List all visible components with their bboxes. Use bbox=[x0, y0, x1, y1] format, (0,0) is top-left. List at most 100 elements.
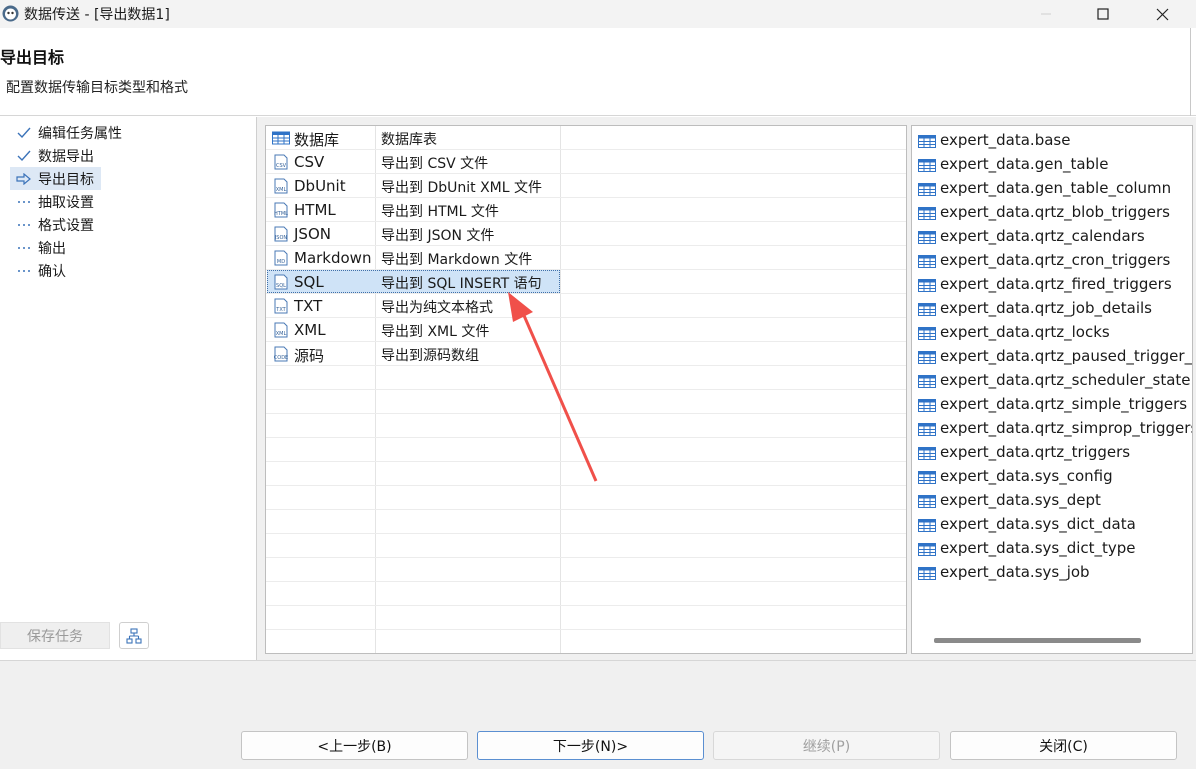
next-button[interactable]: 下一步(N)> bbox=[477, 731, 704, 760]
table-list-item[interactable]: expert_data.sys_config bbox=[912, 464, 1192, 488]
table-name: expert_data.qrtz_simprop_triggers bbox=[940, 419, 1193, 437]
format-row[interactable]: JSON JSON 导出到 JSON 文件 bbox=[266, 222, 906, 246]
format-row[interactable]: TXT TXT 导出为纯文本格式 bbox=[266, 294, 906, 318]
tree-structure-icon bbox=[126, 627, 142, 644]
step-format-settings[interactable]: 格式设置 bbox=[10, 213, 122, 236]
table-list-item[interactable]: expert_data.sys_dept bbox=[912, 488, 1192, 512]
table-list-item[interactable]: expert_data.qrtz_locks bbox=[912, 320, 1192, 344]
table-list-item[interactable]: expert_data.base bbox=[912, 128, 1192, 152]
table-name: expert_data.qrtz_blob_triggers bbox=[940, 203, 1170, 221]
svg-text:XML: XML bbox=[276, 187, 287, 193]
format-name: DbUnit bbox=[294, 177, 346, 195]
format-row[interactable]: XML XML 导出到 XML 文件 bbox=[266, 318, 906, 342]
format-row[interactable]: CSV CSV 导出到 CSV 文件 bbox=[266, 150, 906, 174]
table-list-item[interactable]: expert_data.qrtz_blob_triggers bbox=[912, 200, 1192, 224]
table-list-item[interactable]: expert_data.qrtz_paused_trigger_g bbox=[912, 344, 1192, 368]
xml-file-icon: XML bbox=[272, 178, 290, 194]
format-description: 导出到源码数组 bbox=[381, 348, 479, 364]
table-icon bbox=[918, 566, 936, 580]
wizard-steps-panel: 编辑任务属性 数据导出 导出目标 抽取设置 格式设置 输出 确认 保存任务 bbox=[0, 117, 257, 660]
step-data-export[interactable]: 数据导出 bbox=[10, 144, 122, 167]
back-button[interactable]: <上一步(B) bbox=[241, 731, 468, 760]
table-list-item[interactable]: expert_data.qrtz_calendars bbox=[912, 224, 1192, 248]
window-title: 数据传送 - [导出数据1] bbox=[24, 7, 170, 23]
step-confirm[interactable]: 确认 bbox=[10, 259, 122, 282]
dots-icon bbox=[14, 269, 34, 273]
table-list-item[interactable]: expert_data.sys_dict_type bbox=[912, 536, 1192, 560]
table-list-item[interactable]: expert_data.gen_table_column bbox=[912, 176, 1192, 200]
format-name: CSV bbox=[294, 153, 325, 171]
format-name: XML bbox=[294, 321, 326, 339]
table-list-item[interactable]: expert_data.qrtz_cron_triggers bbox=[912, 248, 1192, 272]
empty-row bbox=[266, 462, 906, 486]
svg-text:JSON: JSON bbox=[274, 235, 288, 241]
table-name: expert_data.gen_table bbox=[940, 155, 1109, 173]
maximize-button[interactable] bbox=[1075, 0, 1131, 28]
format-name: JSON bbox=[294, 225, 331, 243]
table-icon bbox=[918, 398, 936, 412]
table-list-item[interactable]: expert_data.sys_dict_data bbox=[912, 512, 1192, 536]
table-icon bbox=[918, 206, 936, 220]
format-row[interactable]: CODE 源码 导出到源码数组 bbox=[266, 342, 906, 366]
table-list-item[interactable]: expert_data.gen_table bbox=[912, 152, 1192, 176]
empty-row bbox=[266, 534, 906, 558]
svg-text:CODE: CODE bbox=[274, 355, 288, 361]
close-window-button[interactable] bbox=[1134, 0, 1190, 28]
table-icon bbox=[918, 374, 936, 388]
app-logo-icon bbox=[2, 5, 19, 22]
table-name: expert_data.sys_job bbox=[940, 563, 1090, 581]
format-row[interactable]: MD Markdown 导出到 Markdown 文件 bbox=[266, 246, 906, 270]
empty-row bbox=[266, 414, 906, 438]
horizontal-scrollbar[interactable] bbox=[934, 638, 1141, 643]
table-list-item[interactable]: expert_data.qrtz_simple_triggers bbox=[912, 392, 1192, 416]
svg-text:TXT: TXT bbox=[275, 307, 286, 313]
export-format-table[interactable]: 数据库 数据库表 CSV CSV 导出到 CSV 文件 XML DbUnit 导出到 DbUn… bbox=[265, 125, 907, 654]
close-button[interactable]: 关闭(C) bbox=[950, 731, 1177, 760]
empty-row bbox=[266, 438, 906, 462]
table-list-item[interactable]: expert_data.qrtz_fired_triggers bbox=[912, 272, 1192, 296]
xml-file-icon: XML bbox=[272, 322, 290, 338]
format-row[interactable]: 数据库 数据库表 bbox=[266, 126, 906, 150]
minimize-button[interactable] bbox=[1018, 0, 1074, 28]
csv-file-icon: CSV bbox=[272, 154, 290, 170]
dots-icon bbox=[14, 223, 34, 227]
table-name: expert_data.base bbox=[940, 131, 1071, 149]
format-row[interactable]: SQL SQL 导出到 SQL INSERT 语句 bbox=[266, 270, 906, 294]
source-tables-list[interactable]: expert_data.base expert_data.gen_tableexp… bbox=[911, 125, 1193, 654]
format-description: 导出为纯文本格式 bbox=[381, 300, 493, 316]
step-label: 输出 bbox=[38, 240, 66, 257]
divider bbox=[1190, 28, 1191, 116]
table-icon bbox=[918, 542, 936, 556]
step-edit-task-properties[interactable]: 编辑任务属性 bbox=[10, 121, 122, 144]
step-extract-settings[interactable]: 抽取设置 bbox=[10, 190, 122, 213]
table-list-item[interactable]: expert_data.sys_job bbox=[912, 560, 1192, 584]
format-row[interactable]: HTML HTML 导出到 HTML 文件 bbox=[266, 198, 906, 222]
table-list-item[interactable]: expert_data.qrtz_simprop_triggers bbox=[912, 416, 1192, 440]
task-tree-button[interactable] bbox=[119, 622, 149, 649]
table-list-item[interactable]: expert_data.qrtz_scheduler_state bbox=[912, 368, 1192, 392]
step-export-target[interactable]: 导出目标 bbox=[10, 167, 101, 190]
check-icon bbox=[14, 127, 34, 139]
table-name: expert_data.qrtz_triggers bbox=[940, 443, 1131, 461]
format-row[interactable]: XML DbUnit 导出到 DbUnit XML 文件 bbox=[266, 174, 906, 198]
step-output[interactable]: 输出 bbox=[10, 236, 122, 259]
table-name: expert_data.sys_config bbox=[940, 467, 1113, 485]
format-description: 导出到 DbUnit XML 文件 bbox=[381, 180, 542, 196]
code-file-icon: CODE bbox=[272, 346, 290, 362]
dots-icon bbox=[14, 200, 34, 204]
table-name: expert_data.qrtz_calendars bbox=[940, 227, 1145, 245]
empty-row bbox=[266, 510, 906, 534]
table-icon bbox=[918, 158, 936, 172]
table-list-item[interactable]: expert_data.qrtz_triggers bbox=[912, 440, 1192, 464]
table-icon bbox=[918, 446, 936, 460]
empty-row bbox=[266, 606, 906, 630]
table-list-item[interactable]: expert_data.qrtz_job_details bbox=[912, 296, 1192, 320]
format-description: 导出到 JSON 文件 bbox=[381, 228, 495, 244]
continue-button[interactable]: 继续(P) bbox=[713, 731, 940, 760]
save-task-button[interactable]: 保存任务 bbox=[0, 622, 110, 649]
table-name: expert_data.sys_dict_type bbox=[940, 539, 1136, 557]
table-icon bbox=[918, 134, 936, 148]
table-name: expert_data.qrtz_paused_trigger_g bbox=[940, 347, 1193, 365]
table-icon bbox=[918, 326, 936, 340]
format-name: HTML bbox=[294, 201, 336, 219]
